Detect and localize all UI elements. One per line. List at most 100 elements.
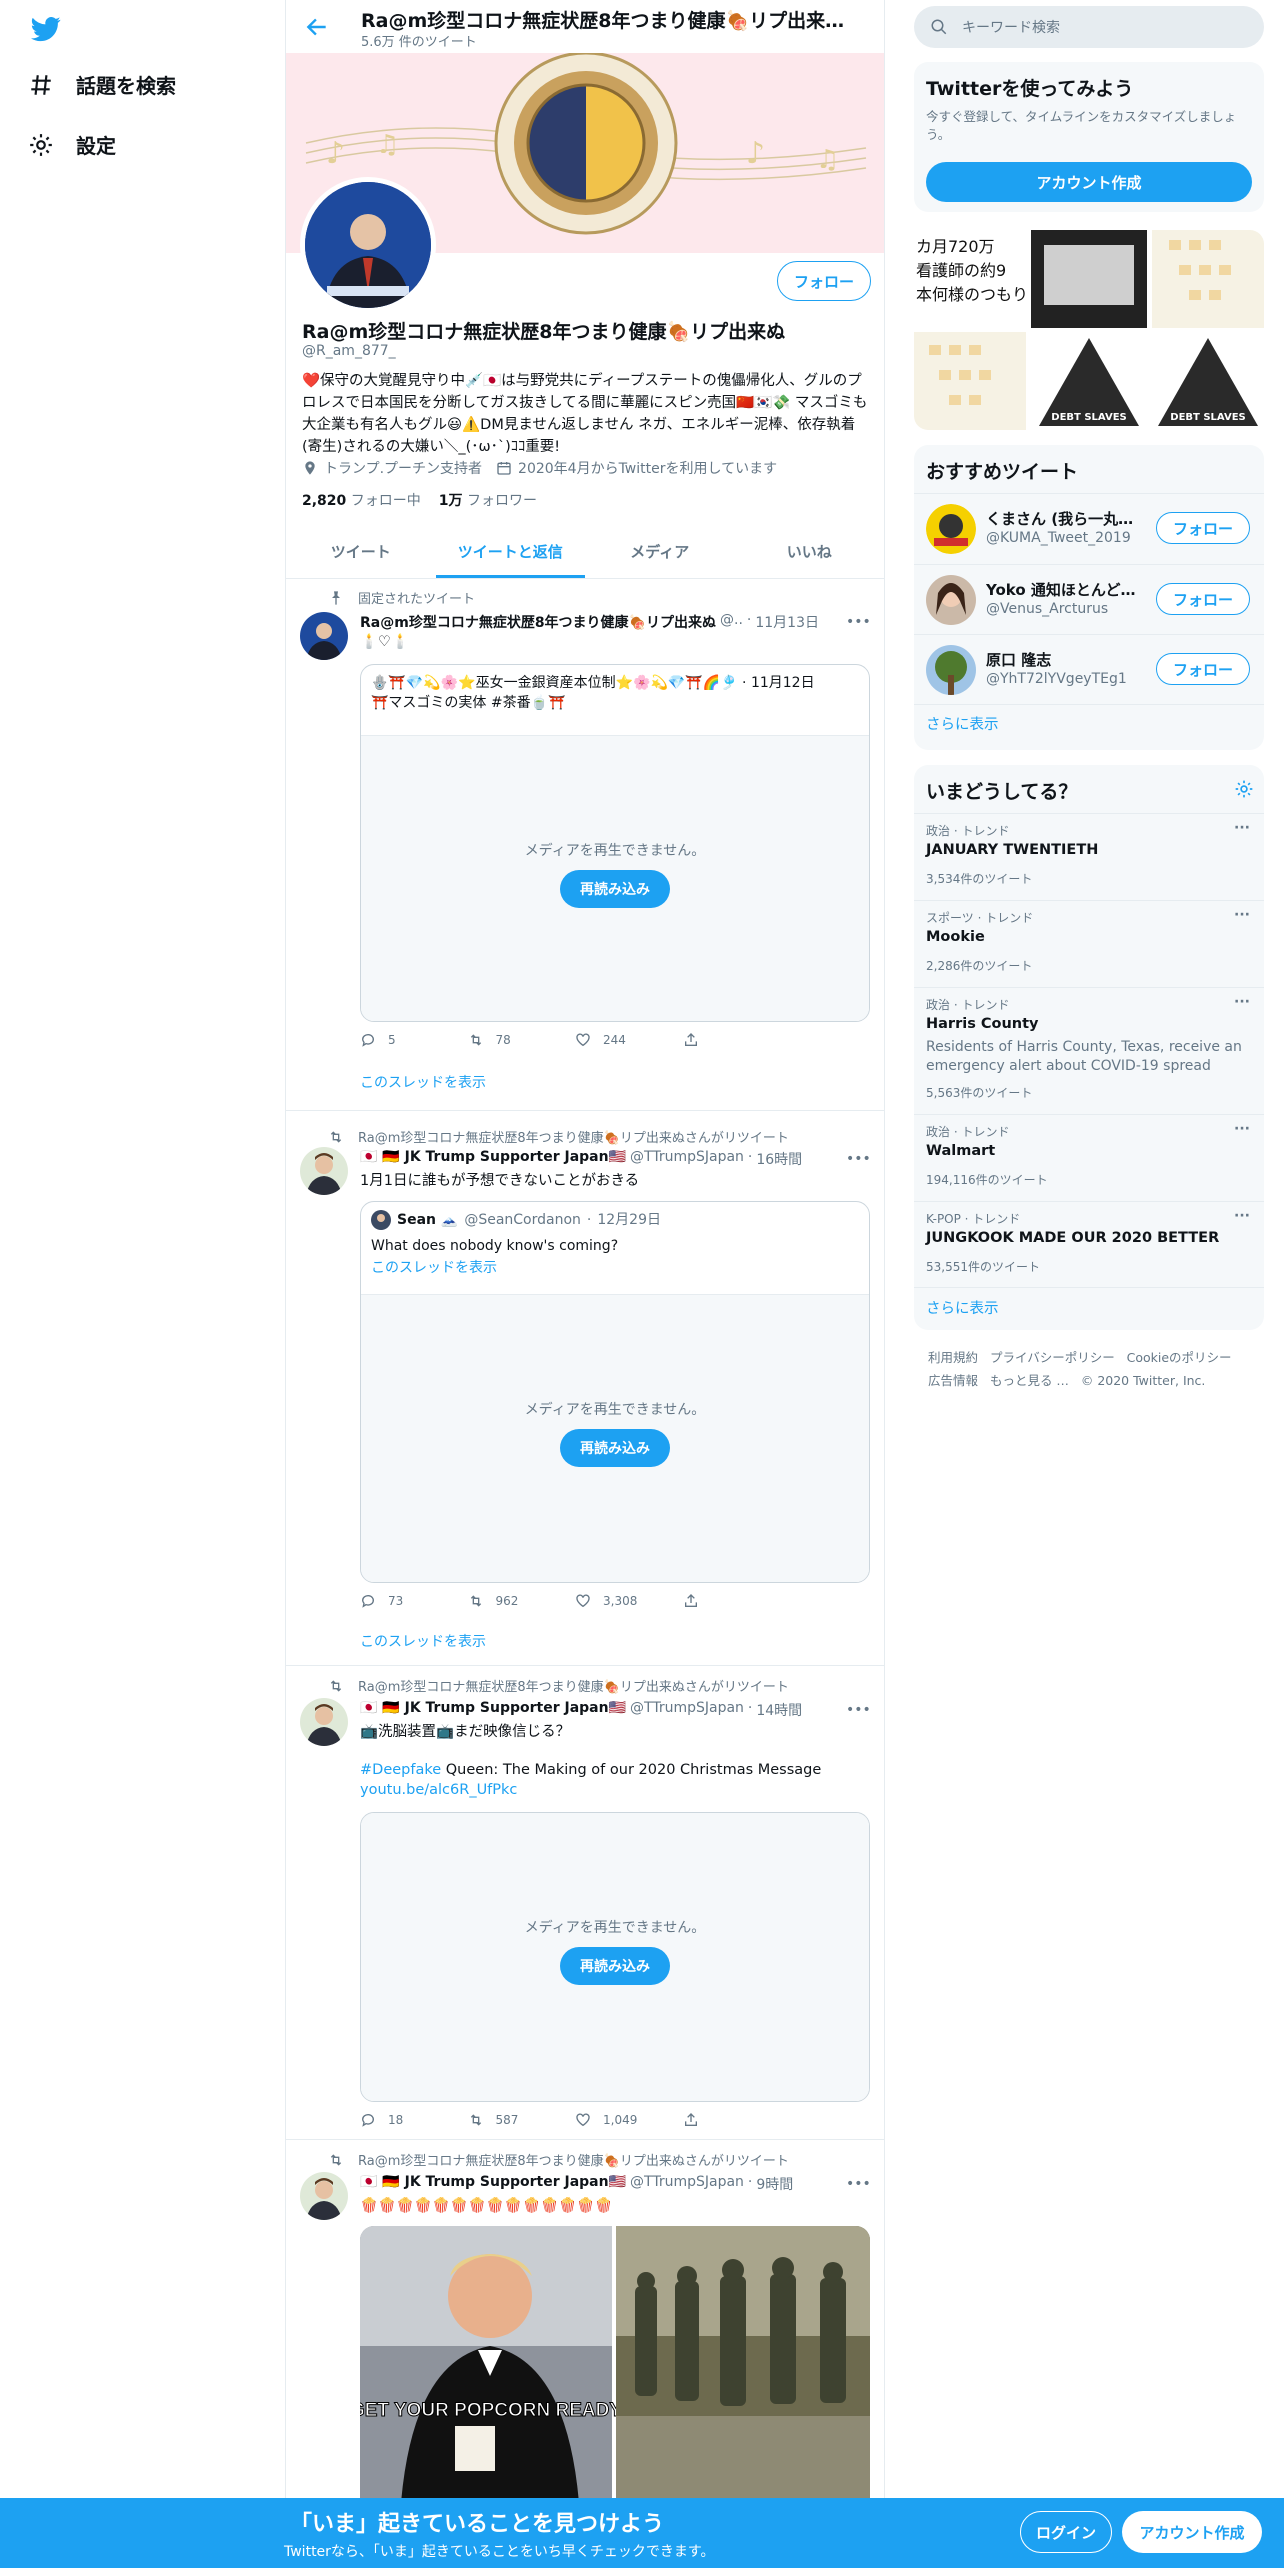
like-button[interactable]: 1,049 bbox=[575, 2112, 683, 2128]
search-input[interactable]: キーワード検索 bbox=[914, 6, 1264, 48]
tweet-author-name[interactable]: 🇯🇵 🇩🇪 JK Trump Supporter Japan🇺🇸 bbox=[360, 2174, 626, 2194]
more-options-icon[interactable]: ••• bbox=[846, 2176, 871, 2192]
footer-link-more[interactable]: もっと見る … bbox=[990, 1373, 1069, 1388]
trend-item[interactable]: 政治 · トレンド ··· Walmart 194,116件のツイート bbox=[914, 1115, 1264, 1201]
media-grid[interactable]: カ月720万 看護師の約9 本何様のつもり DEBT SLAVES DEBT S… bbox=[914, 230, 1264, 430]
back-arrow-icon[interactable] bbox=[304, 14, 330, 40]
recommend-card: おすすめツイート くまさん (我ら一丸と… @KUMA_Tweet_2019 フ… bbox=[914, 445, 1264, 750]
tweet-avatar[interactable] bbox=[300, 1147, 348, 1195]
tweet-author-name[interactable]: 🇯🇵 🇩🇪 JK Trump Supporter Japan🇺🇸 bbox=[360, 1149, 626, 1169]
trend-name: Harris County bbox=[926, 1016, 1039, 1032]
reload-button[interactable]: 再読み込み bbox=[560, 1429, 670, 1467]
tweet-item[interactable]: 固定されたツイート Ra@m珍型コロナ無症状歴8年つまり健康🍖リプ出来ぬ @..… bbox=[286, 580, 884, 1111]
recommend-user[interactable]: 原口 隆志 @YhT72lYVgeyTEg1 フォロー bbox=[914, 635, 1264, 705]
follow-button[interactable]: フォロー bbox=[1156, 653, 1250, 685]
share-button[interactable] bbox=[683, 1032, 791, 1048]
more-options-icon[interactable]: ··· bbox=[1234, 1121, 1250, 1137]
footer-link-ads[interactable]: 広告情報 bbox=[928, 1373, 978, 1388]
tweet-time[interactable]: 9時間 bbox=[756, 2174, 793, 2194]
trend-item[interactable]: 政治 · トレンド ··· Harris County Residents of… bbox=[914, 988, 1264, 1114]
reply-button[interactable]: 18 bbox=[360, 2112, 468, 2128]
profile-header: Ra@m珍型コロナ無症状歴8年つまり健康🍖リプ出来… 5.6万 件のツイート bbox=[286, 0, 884, 53]
follow-button[interactable]: フォロー bbox=[1156, 583, 1250, 615]
trend-category: 政治 · トレンド bbox=[926, 824, 1010, 838]
like-button[interactable]: 3,308 bbox=[575, 1593, 683, 1609]
search-icon bbox=[931, 19, 947, 35]
recommend-user[interactable]: くまさん (我ら一丸と… @KUMA_Tweet_2019 フォロー bbox=[914, 494, 1264, 564]
signup-card-title: Twitterを使ってみよう bbox=[926, 78, 1134, 100]
retweet-button[interactable]: 962 bbox=[468, 1593, 576, 1609]
more-options-icon[interactable]: ··· bbox=[1234, 1208, 1250, 1224]
trend-name: Mookie bbox=[926, 929, 985, 945]
recommend-user-name: くまさん (我ら一丸と… bbox=[986, 510, 1146, 528]
tab-media[interactable]: メディア bbox=[585, 525, 735, 578]
trend-item[interactable]: K-POP · トレンド ··· JUNGKOOK MADE OUR 2020 … bbox=[914, 1202, 1264, 1288]
retweet-button[interactable]: 587 bbox=[468, 2112, 576, 2128]
avatar bbox=[926, 645, 976, 695]
tweet-author-name[interactable]: Ra@m珍型コロナ無症状歴8年つまり健康🍖リプ出来ぬ bbox=[360, 612, 716, 632]
more-options-icon[interactable]: ··· bbox=[1234, 994, 1250, 1010]
reload-button[interactable]: 再読み込み bbox=[560, 1947, 670, 1985]
header-title: Ra@m珍型コロナ無症状歴8年つまり健康🍖リプ出来… bbox=[361, 10, 845, 32]
settings-gear-icon[interactable] bbox=[1234, 779, 1254, 799]
tweet-image[interactable]: GET YOUR POPCORN READY bbox=[360, 2226, 870, 2516]
quoted-thread-link[interactable]: このスレッドを表示 bbox=[371, 1258, 859, 1278]
retweet-icon bbox=[330, 1130, 342, 1143]
footer-link-privacy[interactable]: プライバシーポリシー bbox=[990, 1350, 1115, 1365]
popcorn-caption: GET YOUR POPCORN READY bbox=[360, 2400, 622, 2421]
like-button[interactable]: 244 bbox=[575, 1032, 683, 1048]
followers-link[interactable]: 1万 フォロワー bbox=[439, 490, 537, 510]
tweet-context: Ra@m珍型コロナ無症状歴8年つまり健康🍖リプ出来ぬさんがリツイート bbox=[328, 1127, 789, 1146]
tweet-avatar[interactable] bbox=[300, 1698, 348, 1746]
tweet-time[interactable]: 16時間 bbox=[756, 1149, 802, 1169]
tweet-link[interactable]: youtu.be/alc6R_UfPkc bbox=[360, 1780, 870, 1800]
header-tweet-count: 5.6万 件のツイート bbox=[361, 35, 477, 50]
tab-tweets[interactable]: ツイート bbox=[286, 525, 436, 578]
nav-explore[interactable]: 話題を検索 bbox=[28, 70, 176, 99]
share-button[interactable] bbox=[683, 1593, 791, 1609]
trend-item[interactable]: 政治 · トレンド ··· JANUARY TWENTIETH 3,534件のツ… bbox=[914, 814, 1264, 900]
more-options-icon[interactable]: ··· bbox=[1234, 907, 1250, 923]
media-card[interactable]: メディアを再生できません。 再読み込み bbox=[360, 1812, 870, 2102]
show-thread-link[interactable]: このスレッドを表示 bbox=[360, 1631, 486, 1651]
trends-show-more[interactable]: さらに表示 bbox=[926, 1297, 999, 1318]
tweet-avatar[interactable] bbox=[300, 2172, 348, 2220]
tweet-item[interactable]: Ra@m珍型コロナ無症状歴8年つまり健康🍖リプ出来ぬさんがリツイート 🇯🇵 🇩🇪… bbox=[286, 1666, 884, 2140]
show-thread-link[interactable]: このスレッドを表示 bbox=[360, 1072, 486, 1092]
reply-button[interactable]: 5 bbox=[360, 1032, 468, 1048]
twitter-logo-icon[interactable] bbox=[28, 14, 64, 44]
trend-item[interactable]: スポーツ · トレンド ··· Mookie 2,286件のツイート bbox=[914, 901, 1264, 987]
tweet-item[interactable]: Ra@m珍型コロナ無症状歴8年つまり健康🍖リプ出来ぬさんがリツイート 🇯🇵 🇩🇪… bbox=[286, 1111, 884, 1666]
profile-follow-button[interactable]: フォロー bbox=[777, 261, 871, 301]
quoted-tweet[interactable]: Sean 🗻 @SeanCordanon · 12月29日 What does … bbox=[360, 1201, 870, 1583]
tab-tweets-replies[interactable]: ツイートと返信 bbox=[435, 525, 586, 578]
retweet-button[interactable]: 78 bbox=[468, 1032, 576, 1048]
more-options-icon[interactable]: ••• bbox=[846, 1151, 871, 1167]
tab-likes[interactable]: いいね bbox=[735, 525, 885, 578]
tweet-avatar[interactable] bbox=[300, 612, 348, 660]
tweet-author-name[interactable]: 🇯🇵 🇩🇪 JK Trump Supporter Japan🇺🇸 bbox=[360, 1700, 626, 1720]
tweet-time[interactable]: 11月13日 bbox=[755, 612, 819, 632]
more-options-icon[interactable]: ··· bbox=[1234, 820, 1250, 836]
reload-button[interactable]: 再読み込み bbox=[560, 870, 670, 908]
nav-settings[interactable]: 設定 bbox=[28, 130, 116, 159]
recommend-show-more[interactable]: さらに表示 bbox=[926, 713, 999, 734]
tweet-time[interactable]: 14時間 bbox=[756, 1700, 802, 1720]
create-account-button[interactable]: アカウント作成 bbox=[926, 162, 1252, 202]
reply-button[interactable]: 73 bbox=[360, 1593, 468, 1609]
more-options-icon[interactable]: ••• bbox=[846, 614, 871, 630]
signup-button[interactable]: アカウント作成 bbox=[1122, 2511, 1262, 2553]
quoted-tweet[interactable]: 🪬⛩️💎💫🌸⭐巫女一金銀資産本位制⭐🌸💫💎⛩️🌈🎐 · 11月12日 ⛩️マスゴ… bbox=[360, 664, 870, 1022]
share-button[interactable] bbox=[683, 2112, 791, 2128]
follow-button[interactable]: フォロー bbox=[1156, 512, 1250, 544]
following-link[interactable]: 2,820 フォロー中 bbox=[302, 490, 421, 510]
more-options-icon[interactable]: ••• bbox=[846, 1702, 871, 1718]
share-icon bbox=[684, 1594, 697, 1607]
quoted-avatar bbox=[371, 1210, 391, 1230]
footer-link-terms[interactable]: 利用規約 bbox=[928, 1350, 978, 1365]
footer-link-cookie[interactable]: Cookieのポリシー bbox=[1127, 1350, 1232, 1365]
login-button[interactable]: ログイン bbox=[1020, 2511, 1112, 2553]
recommend-user[interactable]: Yoko 通知ほとんど来… @Venus_Arcturus フォロー bbox=[914, 565, 1264, 635]
hashtag-link[interactable]: #Deepfake bbox=[360, 1762, 441, 1778]
profile-avatar[interactable] bbox=[300, 177, 436, 313]
